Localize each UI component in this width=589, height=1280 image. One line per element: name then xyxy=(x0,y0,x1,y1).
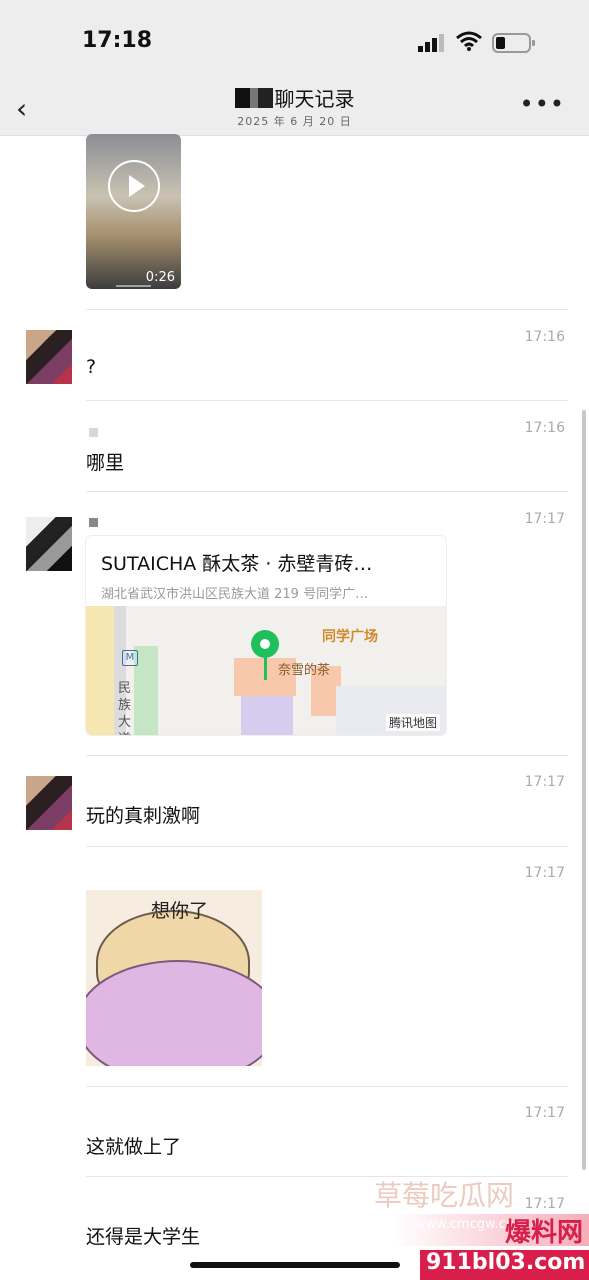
watermark-top: 草莓吃瓜网 xyxy=(374,1179,515,1212)
message-time: 17:17 xyxy=(524,1105,565,1121)
message-time: 17:17 xyxy=(524,774,565,790)
watermark-url: 911bl03.com xyxy=(426,1250,586,1275)
location-map[interactable]: M 民 族 大 道 同学广场 奈雪的茶 腾讯地图 xyxy=(86,606,446,735)
more-button[interactable]: ••• xyxy=(520,90,565,118)
wifi-icon xyxy=(456,31,482,51)
map-provider-logo: 腾讯地图 xyxy=(385,714,440,731)
scrollbar[interactable] xyxy=(582,410,586,1170)
sticker-cat-body xyxy=(86,960,262,1066)
message-time: 17:17 xyxy=(524,1196,565,1212)
video-duration: 0:26 xyxy=(145,270,175,285)
sticker-image[interactable]: 想你了 xyxy=(86,890,262,1066)
divider xyxy=(86,755,568,756)
divider xyxy=(86,400,568,401)
home-indicator[interactable] xyxy=(190,1262,400,1268)
message-text: 还得是大学生 xyxy=(86,1226,201,1248)
avatar[interactable] xyxy=(26,776,72,830)
watermark-big: 爆料网 xyxy=(505,1218,584,1248)
message-text: 玩的真刺激啊 xyxy=(86,805,201,827)
redacted-sender xyxy=(89,518,98,527)
nav-bar: ‹ 聊天记录 2025 年 6 月 20 日 ••• xyxy=(0,80,589,136)
avatar[interactable] xyxy=(26,517,72,571)
map-building xyxy=(241,696,293,735)
message-text: 哪里 xyxy=(86,452,125,474)
page-title: 聊天记录 xyxy=(234,83,355,112)
map-label-shop: 奈雪的茶 xyxy=(278,663,331,678)
message-time: 17:16 xyxy=(524,329,565,345)
divider xyxy=(86,309,568,310)
redacted-sender xyxy=(89,428,98,437)
battery-icon xyxy=(492,33,535,53)
message-time: 17:16 xyxy=(524,420,565,436)
message-text: 这就做上了 xyxy=(86,1136,182,1158)
page-date: 2025 年 6 月 20 日 xyxy=(237,115,352,128)
map-road xyxy=(86,606,114,735)
divider xyxy=(86,491,568,492)
signal-icon xyxy=(418,34,444,52)
avatar[interactable] xyxy=(26,330,72,384)
location-name: SUTAICHA 酥太茶 · 赤壁青砖… xyxy=(101,553,373,575)
video-message[interactable]: 0:26 xyxy=(86,134,181,289)
status-bar: 17:18 xyxy=(0,0,589,80)
location-card[interactable]: SUTAICHA 酥太茶 · 赤壁青砖… 湖北省武汉市洪山区民族大道 219 号… xyxy=(86,536,446,735)
divider xyxy=(86,846,568,847)
redacted-name xyxy=(234,87,273,108)
map-road-label: 民 族 大 道 xyxy=(118,681,132,735)
sticker-caption: 想你了 xyxy=(151,900,209,922)
message-text: ? xyxy=(86,356,97,378)
video-progress xyxy=(116,285,151,287)
location-address: 湖北省武汉市洪山区民族大道 219 号同学广… xyxy=(101,587,369,602)
status-time: 17:18 xyxy=(82,28,153,53)
metro-icon: M xyxy=(122,650,138,666)
message-time: 17:17 xyxy=(524,865,565,881)
title-block: 聊天记录 2025 年 6 月 20 日 xyxy=(0,83,589,129)
divider xyxy=(86,1086,568,1087)
message-time: 17:17 xyxy=(524,511,565,527)
map-label-plaza: 同学广场 xyxy=(322,629,378,645)
play-icon[interactable] xyxy=(108,160,160,212)
page-title-text: 聊天记录 xyxy=(274,87,355,111)
location-pin-stem xyxy=(264,656,267,680)
location-pin-icon xyxy=(251,630,279,658)
